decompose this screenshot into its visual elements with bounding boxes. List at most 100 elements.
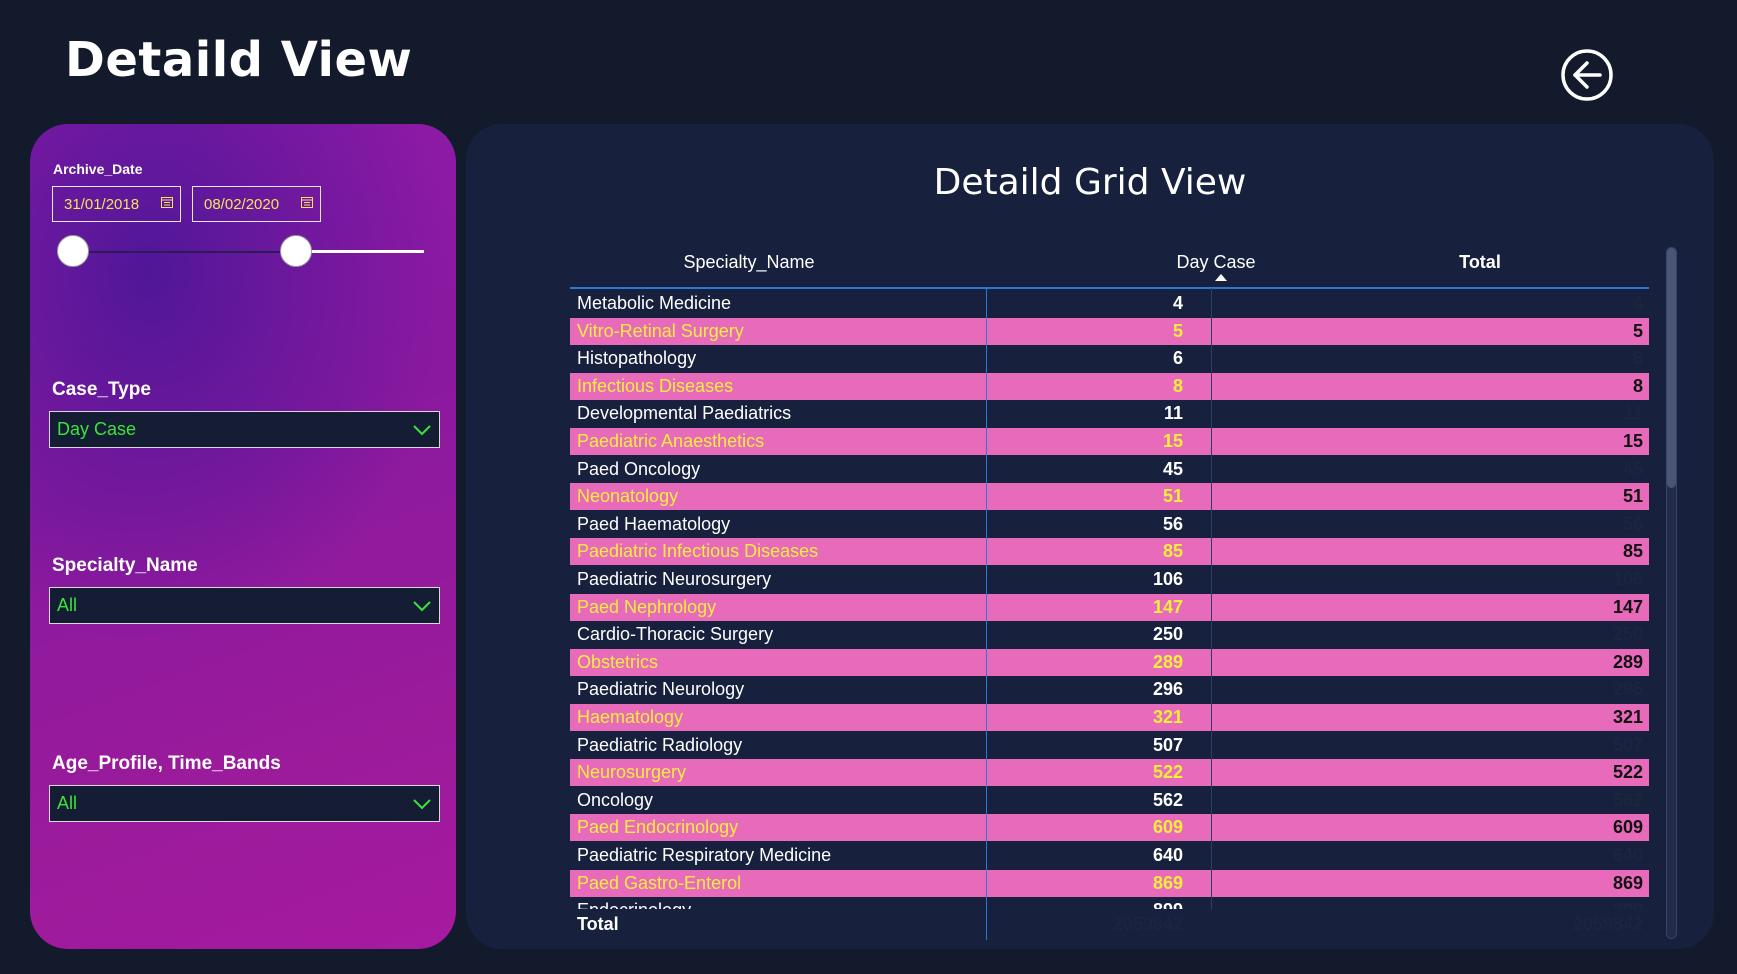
cell-specialty-name: Paediatric Neurosurgery xyxy=(577,569,772,589)
cell-total: 5 xyxy=(1632,320,1643,341)
cell-day-case: 15 xyxy=(1162,431,1183,451)
chevron-down-icon xyxy=(413,425,431,436)
table-row[interactable]: Infectious Diseases 8 8 xyxy=(570,372,1649,400)
cell-day-case: 56 xyxy=(1162,513,1183,534)
cell-specialty-name: Endocrinology xyxy=(577,900,691,909)
cell-specialty-name: Obstetrics xyxy=(577,651,659,672)
cell-total: 321 xyxy=(1612,707,1643,727)
table-row[interactable]: Paediatric Infectious Diseases 85 85 xyxy=(570,538,1649,566)
cell-specialty-name: Paed Haematology xyxy=(577,513,731,534)
cell-total: 869 xyxy=(1612,872,1643,893)
cell-day-case: 11 xyxy=(1163,403,1183,424)
chevron-down-icon xyxy=(413,799,431,810)
back-arrow-icon[interactable] xyxy=(1560,48,1614,102)
cell-specialty-name: Paediatric Anaesthetics xyxy=(577,431,765,451)
table-row[interactable]: Haematology 321 321 xyxy=(570,704,1649,731)
cell-day-case: 5 xyxy=(1172,320,1183,341)
cell-total: 562 xyxy=(1612,789,1643,810)
specialty-name-value: All xyxy=(57,595,78,615)
age-profile-value: All xyxy=(57,793,78,813)
cell-total: 15 xyxy=(1622,431,1643,451)
table-row[interactable]: Histopathology 6 6 xyxy=(570,345,1649,372)
column-header-total[interactable]: Total xyxy=(1330,252,1630,273)
cell-specialty-name: Histopathology xyxy=(577,348,697,369)
table-row[interactable]: Metabolic Medicine 4 4 xyxy=(570,290,1649,317)
cell-total: 56 xyxy=(1622,513,1643,534)
table-row[interactable]: Paediatric Radiology 507 507 xyxy=(570,732,1649,759)
table-row[interactable]: Obstetrics 289 289 xyxy=(570,648,1649,676)
date-slider-end-handle[interactable] xyxy=(280,235,312,267)
grid-title: Detaild Grid View xyxy=(933,162,1247,203)
column-header-specialty-name[interactable]: Specialty_Name xyxy=(649,252,849,273)
cell-total: 4 xyxy=(1632,293,1643,313)
cell-day-case: 321 xyxy=(1152,707,1183,727)
calendar-icon[interactable] xyxy=(161,196,173,208)
cell-total: 85 xyxy=(1622,541,1643,562)
cell-day-case: 296 xyxy=(1152,679,1183,700)
table-row[interactable]: Vitro-Retinal Surgery 5 5 xyxy=(570,317,1649,345)
specialty-name-dropdown[interactable]: All xyxy=(49,587,440,624)
cell-specialty-name: Neurosurgery xyxy=(577,762,687,783)
cell-day-case: 507 xyxy=(1152,734,1183,755)
cell-day-case: 869 xyxy=(1152,872,1183,893)
column-divider xyxy=(986,288,987,940)
table-row[interactable]: Oncology 562 562 xyxy=(570,787,1649,814)
date-slider-start-handle[interactable] xyxy=(57,235,89,267)
cell-specialty-name: Paediatric Neurology xyxy=(577,679,745,700)
cell-total: 899 xyxy=(1210,900,1643,909)
cell-day-case: 562 xyxy=(1152,789,1183,810)
table-row[interactable]: Paediatric Anaesthetics 15 15 xyxy=(570,428,1649,455)
cell-day-case: 289 xyxy=(1152,651,1183,672)
cell-specialty-name: Paediatric Respiratory Medicine xyxy=(577,845,832,865)
cell-specialty-name: Oncology xyxy=(577,789,654,810)
table-row[interactable]: Paed Nephrology 147 147 xyxy=(570,593,1649,621)
cell-total: 507 xyxy=(1612,734,1643,755)
cell-specialty-name: Developmental Paediatrics xyxy=(577,403,792,424)
cell-total: 609 xyxy=(1612,817,1643,838)
cell-specialty-name: Infectious Diseases xyxy=(577,375,734,396)
age-profile-dropdown[interactable]: All xyxy=(49,785,440,822)
cell-specialty-name: Paediatric Radiology xyxy=(577,734,743,755)
cell-specialty-name: Paed Endocrinology xyxy=(577,817,739,838)
table-row[interactable]: Cardio-Thoracic Surgery 250 250 xyxy=(570,621,1649,648)
table-row[interactable]: Paediatric Neurosurgery 106 106 xyxy=(570,566,1649,593)
scrollbar-thumb[interactable] xyxy=(1667,248,1676,488)
end-date-input[interactable]: 08/02/2020 xyxy=(192,186,321,222)
start-date-value: 31/01/2018 xyxy=(64,195,140,213)
total-row-day-case: 2059842 xyxy=(1112,914,1183,934)
cell-day-case: 106 xyxy=(1152,569,1183,589)
table-row[interactable]: Paed Oncology 45 45 xyxy=(570,456,1649,483)
table-row[interactable]: Paed Endocrinology 609 609 xyxy=(570,814,1649,842)
cell-total: 640 xyxy=(1612,845,1643,865)
table-row[interactable]: Neurosurgery 522 522 xyxy=(570,759,1649,787)
cell-day-case: 45 xyxy=(1162,458,1183,479)
table-row[interactable]: Developmental Paediatrics 11 11 xyxy=(570,400,1649,427)
table-row[interactable]: Paediatric Respiratory Medicine 640 640 xyxy=(570,842,1649,869)
cell-day-case: 899 xyxy=(990,900,1183,909)
table-row[interactable]: Paed Haematology 56 56 xyxy=(570,511,1649,538)
cell-specialty-name: Vitro-Retinal Surgery xyxy=(577,320,744,341)
table-row[interactable]: Neonatology 51 51 xyxy=(570,483,1649,511)
table-row[interactable]: Endocrinology 899 899 xyxy=(570,897,1649,909)
age-profile-label: Age_Profile, Time_Bands xyxy=(52,753,281,774)
start-date-input[interactable]: 31/01/2018 xyxy=(52,186,181,222)
specialty-name-label: Specialty_Name xyxy=(52,555,198,576)
table-row[interactable]: Paed Gastro-Enterol 869 869 xyxy=(570,869,1649,897)
page-title: Detaild View xyxy=(65,32,413,88)
cell-day-case: 4 xyxy=(1172,293,1183,313)
case-type-dropdown[interactable]: Day Case xyxy=(49,411,440,448)
cell-total: 289 xyxy=(1612,651,1643,672)
cell-day-case: 522 xyxy=(1152,762,1183,783)
table-row[interactable]: Paediatric Neurology 296 296 xyxy=(570,676,1649,703)
cell-total: 51 xyxy=(1622,486,1643,507)
calendar-icon[interactable] xyxy=(301,196,313,208)
column-header-day-case[interactable]: Day Case xyxy=(1086,252,1346,273)
cell-day-case: 250 xyxy=(1152,624,1183,645)
total-row-total: 2059842 xyxy=(1572,914,1643,934)
cell-total: 11 xyxy=(1623,403,1643,424)
date-slider-track-end[interactable] xyxy=(296,250,424,253)
cell-specialty-name: Metabolic Medicine xyxy=(577,293,732,313)
grid-panel: Detaild Grid View Specialty_Name Day Cas… xyxy=(466,124,1714,949)
cell-specialty-name: Neonatology xyxy=(577,486,679,507)
cell-total: 296 xyxy=(1612,679,1643,700)
